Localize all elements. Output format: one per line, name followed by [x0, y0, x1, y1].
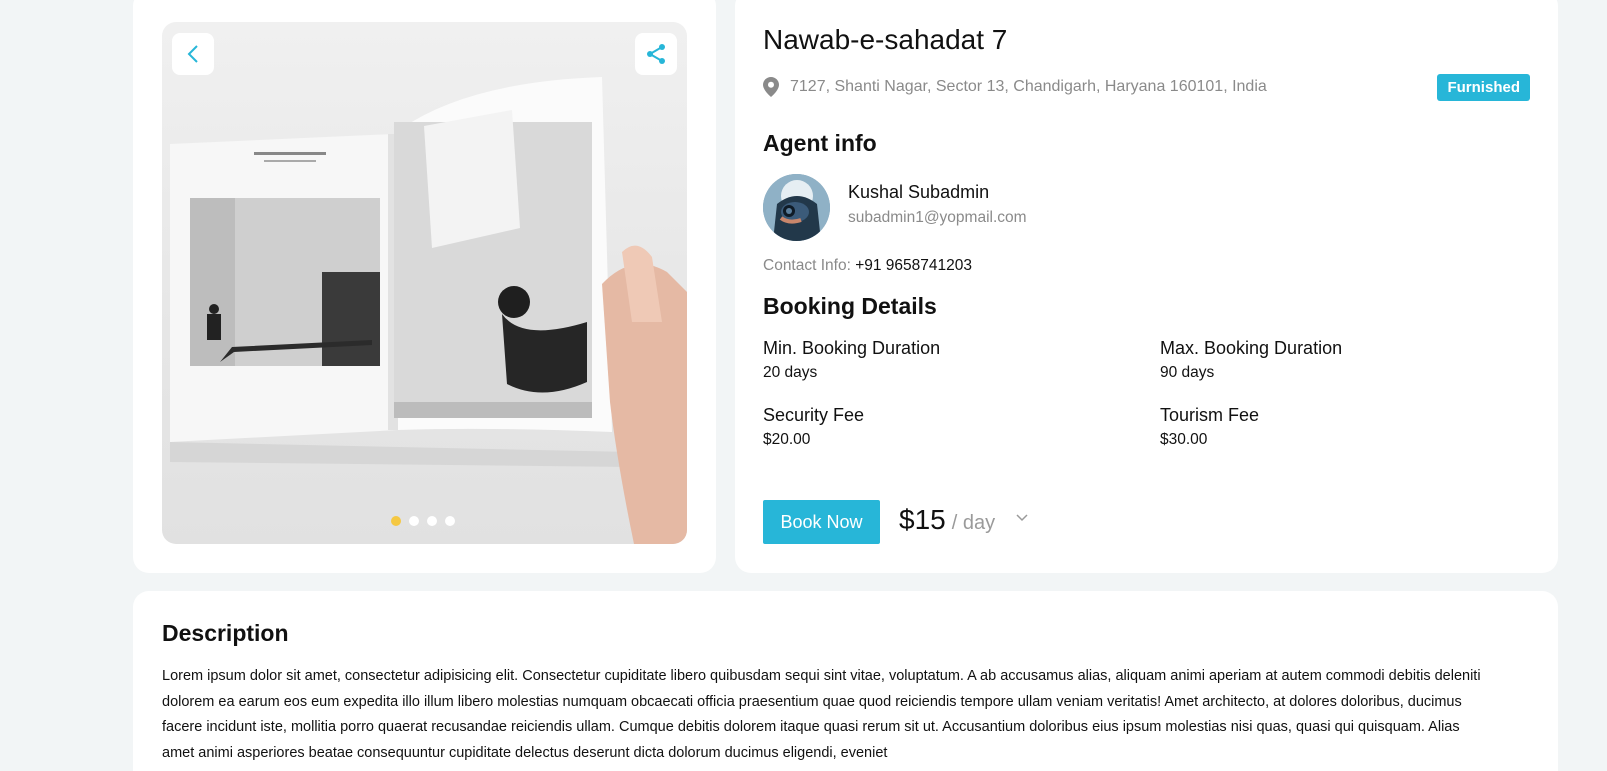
- slide-dot[interactable]: [445, 516, 455, 526]
- tourism-fee-value: $30.00: [1160, 431, 1208, 448]
- slide-dot[interactable]: [409, 516, 419, 526]
- slide-indicator: [391, 516, 455, 526]
- avatar: [763, 174, 830, 241]
- agent-email: subadmin1@yopmail.com: [848, 209, 1027, 226]
- share-button[interactable]: [635, 33, 677, 75]
- property-title: Nawab-e-sahadat 7: [763, 24, 1008, 55]
- max-duration-value: 90 days: [1160, 364, 1215, 381]
- agent-info-heading: Agent info: [763, 130, 877, 156]
- back-button[interactable]: [172, 33, 214, 75]
- contact-label: Contact Info:: [763, 257, 851, 274]
- share-icon: [647, 44, 665, 64]
- description-text: Lorem ipsum dolor sit amet, consectetur …: [162, 668, 1481, 761]
- price-amount: $15: [899, 504, 946, 535]
- price-dropdown[interactable]: [1015, 510, 1029, 528]
- contact-phone: +91 9658741203: [855, 257, 973, 274]
- photo-illustration: [170, 77, 687, 544]
- chevron-left-icon: [187, 45, 198, 63]
- contact-info: Contact Info: +91 9658741203: [763, 257, 972, 275]
- slide-dot[interactable]: [391, 516, 401, 526]
- security-fee-label: Security Fee: [763, 405, 865, 425]
- chevron-down-icon: [1016, 514, 1028, 522]
- min-duration-value: 20 days: [763, 364, 818, 381]
- description-card: Description Lorem ipsum dolor sit amet, …: [133, 591, 1558, 771]
- details-card: Nawab-e-sahadat 7 7127, Shanti Nagar, Se…: [735, 0, 1558, 573]
- max-duration-label: Max. Booking Duration: [1160, 338, 1343, 358]
- price-display: $15 / day: [899, 504, 995, 536]
- avatar-image: [763, 174, 830, 241]
- tourism-fee-label: Tourism Fee: [1160, 405, 1260, 425]
- security-fee-value: $20.00: [763, 431, 811, 448]
- furnished-badge: Furnished: [1437, 74, 1530, 101]
- slide-dot[interactable]: [427, 516, 437, 526]
- address-row: 7127, Shanti Nagar, Sector 13, Chandigar…: [763, 77, 1267, 97]
- book-now-button[interactable]: Book Now: [763, 500, 880, 544]
- description-heading: Description: [162, 620, 289, 646]
- price-unit: / day: [951, 512, 996, 534]
- address-text: 7127, Shanti Nagar, Sector 13, Chandigar…: [790, 78, 1267, 95]
- agent-name: Kushal Subadmin: [848, 182, 990, 202]
- property-photo[interactable]: [162, 22, 687, 544]
- min-duration-label: Min. Booking Duration: [763, 338, 941, 358]
- location-pin-icon: [763, 77, 779, 97]
- booking-details-heading: Booking Details: [763, 293, 937, 319]
- gallery-card: [133, 0, 716, 573]
